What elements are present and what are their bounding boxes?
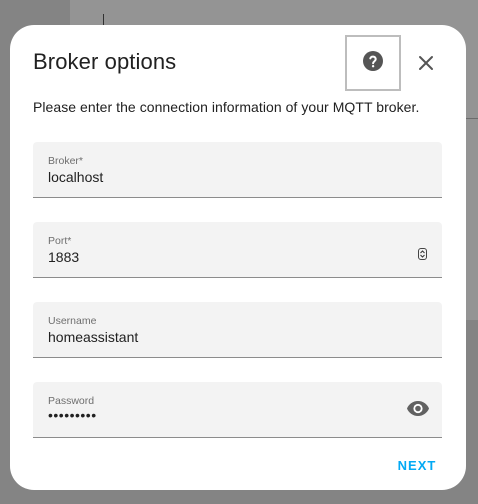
username-label: Username [48,315,97,327]
password-input[interactable]: ••••••••• [48,407,97,423]
help-circle-icon [361,49,385,78]
broker-input[interactable]: localhost [48,169,103,185]
help-button[interactable] [345,35,401,91]
dialog-description: Please enter the connection information … [33,99,420,115]
password-field[interactable]: Password ••••••••• [33,382,442,438]
port-input[interactable]: 1883 [48,249,79,265]
eye-icon [406,396,430,425]
port-label: Port* [48,235,72,247]
spin-stepper-icon[interactable] [418,248,427,260]
username-field[interactable]: Username homeassistant [33,302,442,358]
broker-label: Broker* [48,155,84,167]
username-input[interactable]: homeassistant [48,329,138,345]
password-label: Password [48,395,95,407]
broker-options-dialog: Broker options Please enter the connecti… [10,25,466,490]
dialog-title: Broker options [33,49,177,74]
broker-field[interactable]: Broker* localhost [33,142,442,198]
close-button[interactable] [410,49,442,81]
close-icon [418,55,434,76]
toggle-password-visibility-button[interactable] [404,396,432,424]
port-field[interactable]: Port* 1883 [33,222,442,278]
next-button[interactable]: NEXT [387,447,447,483]
